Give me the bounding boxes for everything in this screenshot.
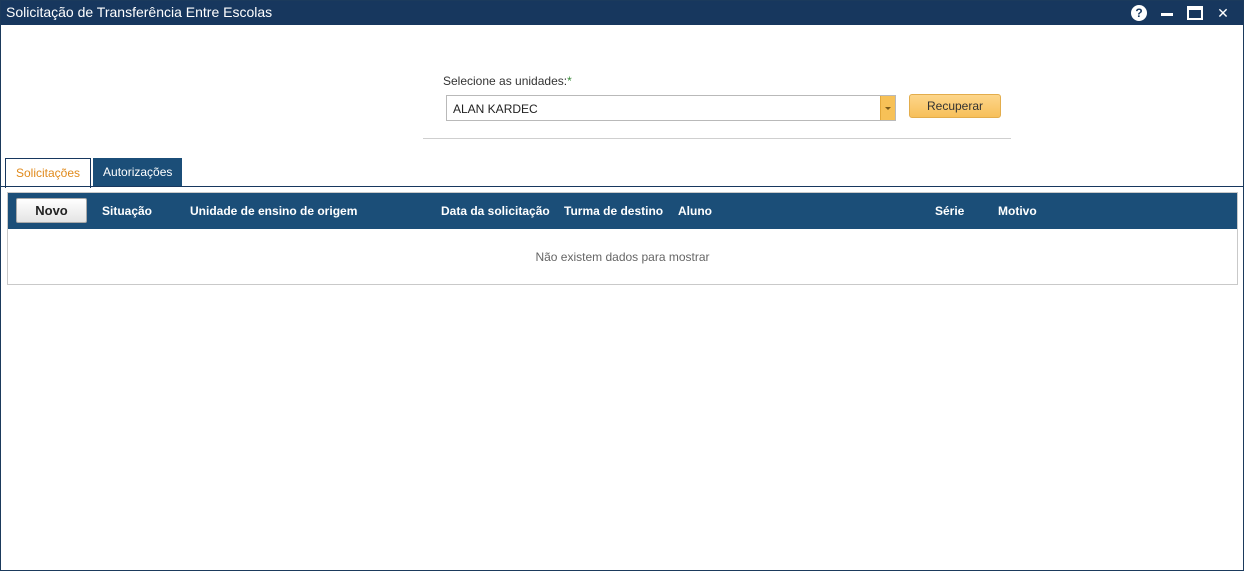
column-header-data-solicitacao[interactable]: Data da solicitação <box>441 204 550 218</box>
requests-grid: Novo Situação Unidade de ensino de orige… <box>7 192 1238 285</box>
unit-select-label: Selecione as unidades:* <box>443 74 572 88</box>
tab-underline <box>1 186 1243 187</box>
grid-header: Novo Situação Unidade de ensino de orige… <box>8 193 1237 229</box>
new-button[interactable]: Novo <box>16 198 87 223</box>
dropdown-toggle[interactable] <box>880 96 895 120</box>
unit-select-label-text: Selecione as unidades: <box>443 74 568 88</box>
app-window: Solicitação de Transferência Entre Escol… <box>0 0 1244 571</box>
empty-grid-message: Não existem dados para mostrar <box>535 250 710 264</box>
required-mark: * <box>567 74 572 88</box>
tab-bar: Solicitações Autorizações <box>5 158 183 188</box>
window-controls: ? ✕ <box>1125 1 1237 25</box>
close-button[interactable]: ✕ <box>1209 1 1237 25</box>
column-header-serie[interactable]: Série <box>935 204 964 218</box>
column-header-aluno[interactable]: Aluno <box>678 204 712 218</box>
help-button[interactable]: ? <box>1125 1 1153 25</box>
maximize-icon <box>1187 6 1203 20</box>
recuperar-button[interactable]: Recuperar <box>909 94 1001 118</box>
unit-combobox[interactable]: ALAN KARDEC <box>446 95 896 121</box>
unit-combobox-value: ALAN KARDEC <box>453 102 538 116</box>
tab-autorizacoes[interactable]: Autorizações <box>93 158 183 187</box>
maximize-button[interactable] <box>1181 1 1209 25</box>
close-icon: ✕ <box>1217 4 1229 21</box>
divider <box>423 138 1011 139</box>
title-bar: Solicitação de Transferência Entre Escol… <box>1 1 1243 25</box>
column-header-motivo[interactable]: Motivo <box>998 204 1037 218</box>
minimize-button[interactable] <box>1153 1 1181 25</box>
column-header-situacao[interactable]: Situação <box>102 204 152 218</box>
help-icon: ? <box>1131 5 1147 21</box>
window-title: Solicitação de Transferência Entre Escol… <box>6 4 273 20</box>
column-header-unidade-origem[interactable]: Unidade de ensino de origem <box>190 204 357 218</box>
column-header-turma-destino[interactable]: Turma de destino <box>564 204 663 218</box>
tab-solicitacoes[interactable]: Solicitações <box>5 158 92 188</box>
chevron-down-icon <box>885 106 891 110</box>
minimize-icon <box>1161 12 1173 16</box>
